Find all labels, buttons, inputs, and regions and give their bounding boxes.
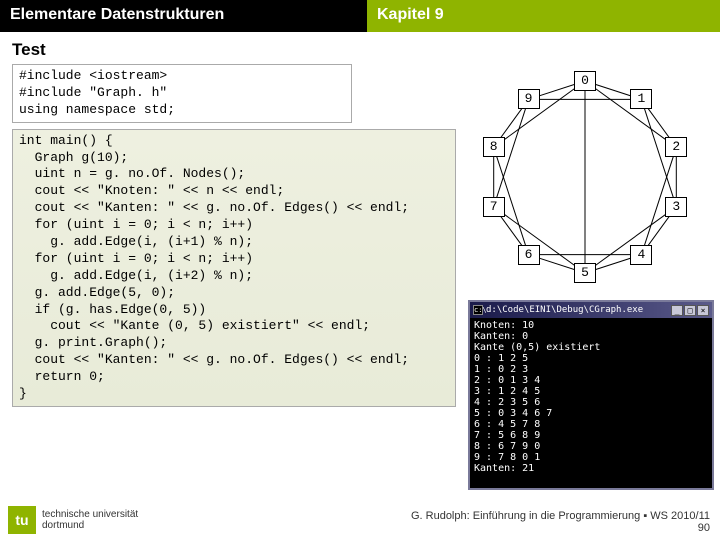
graph-node-6: 6 [518,245,540,265]
maximize-icon[interactable]: □ [684,305,696,316]
graph-node-1: 1 [630,89,652,109]
header: Elementare Datenstrukturen Kapitel 9 [0,0,720,32]
console-line: Kanten: 0 [474,331,708,342]
graph-node-4: 4 [630,245,652,265]
code-block-includes: #include <iostream> #include "Graph. h" … [12,64,352,123]
graph-node-2: 2 [665,137,687,157]
footer-credit: G. Rudolph: Einführung in die Programmie… [411,510,710,534]
console-line: Knoten: 10 [474,320,708,331]
console-line: Kante (0,5) existiert [474,342,708,353]
minimize-icon[interactable]: _ [671,305,683,316]
footer-logo: tu technische universität dortmund [8,506,138,534]
graph-node-0: 0 [574,71,596,91]
graph-node-5: 5 [574,263,596,283]
console-line: 5 : 0 3 4 6 7 [474,408,708,419]
graph-edges [463,60,708,295]
close-icon[interactable]: × [697,305,709,316]
console-line: Kanten: 21 [474,463,708,474]
code-block-main: int main() { Graph g(10); uint n = g. no… [12,129,456,407]
university-name-2: dortmund [42,520,138,531]
console-line: 7 : 5 6 8 9 [474,430,708,441]
graph-node-8: 8 [483,137,505,157]
console-titlebar: c:\ d:\Code\EINI\Debug\CGraph.exe _ □ × [470,302,712,318]
console-window: c:\ d:\Code\EINI\Debug\CGraph.exe _ □ × … [468,300,714,490]
footer-line1: G. Rudolph: Einführung in die Programmie… [411,510,710,522]
header-title-right: Kapitel 9 [367,0,720,32]
graph-node-3: 3 [665,197,687,217]
graph-node-9: 9 [518,89,540,109]
console-icon: c:\ [473,305,483,315]
graph-diagram: 0 1 2 3 4 5 6 7 8 9 [463,60,708,295]
console-line: 4 : 2 3 5 6 [474,397,708,408]
graph-node-7: 7 [483,197,505,217]
console-line: 3 : 1 2 4 5 [474,386,708,397]
console-line: 8 : 6 7 9 0 [474,441,708,452]
footer-page-number: 90 [411,522,710,534]
tu-logo-icon: tu [8,506,36,534]
header-title-left: Elementare Datenstrukturen [0,0,367,32]
section-title: Test [12,40,720,60]
console-line: 6 : 4 5 7 8 [474,419,708,430]
console-body: Knoten: 10Kanten: 0Kante (0,5) existiert… [470,318,712,476]
console-line: 2 : 0 1 3 4 [474,375,708,386]
console-line: 0 : 1 2 5 [474,353,708,364]
university-name-1: technische universität [42,509,138,520]
console-line: 1 : 0 2 3 [474,364,708,375]
console-line: 9 : 7 8 0 1 [474,452,708,463]
console-title-text: d:\Code\EINI\Debug\CGraph.exe [486,305,643,315]
